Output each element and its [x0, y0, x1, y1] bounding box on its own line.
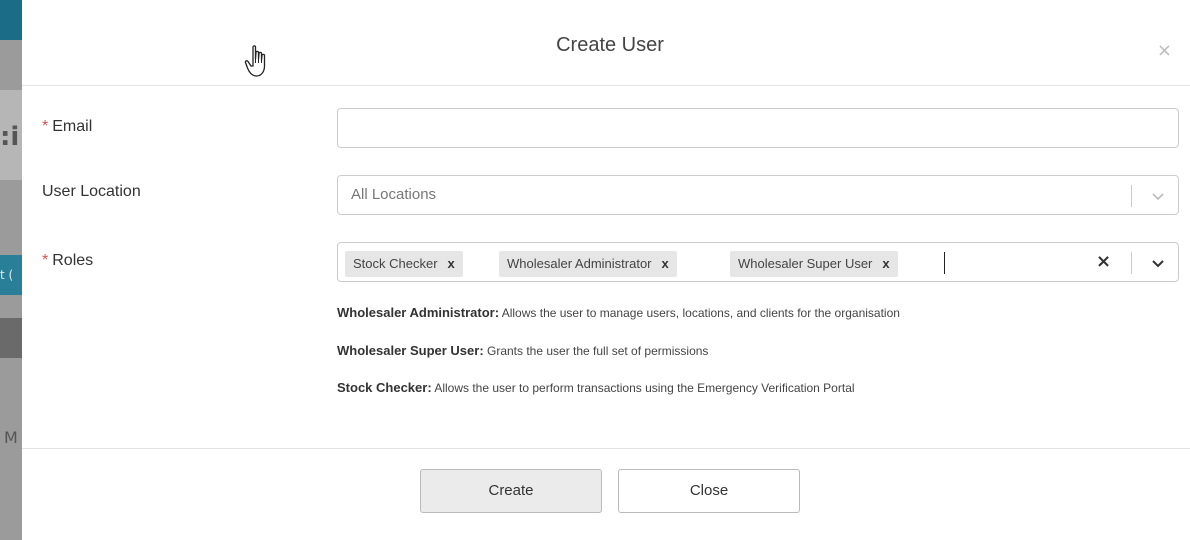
role-description: Stock Checker: Allows the user to perfor…	[337, 380, 855, 395]
modal-header: Create User ×	[22, 0, 1190, 86]
role-tag: Wholesaler Super User x	[730, 251, 898, 277]
create-button[interactable]: Create	[420, 469, 602, 513]
required-marker: *	[42, 118, 49, 135]
role-tag: Stock Checker x	[345, 251, 463, 277]
required-marker: *	[42, 252, 49, 269]
select-separator	[1131, 252, 1132, 274]
clear-icon[interactable]: ×	[1096, 251, 1111, 272]
role-description-name: Wholesaler Administrator:	[337, 305, 500, 320]
remove-tag-icon[interactable]: x	[882, 256, 889, 271]
background-header-bar	[0, 0, 22, 40]
role-description-name: Wholesaler Super User:	[337, 343, 484, 358]
chevron-down-icon[interactable]	[1147, 185, 1169, 207]
role-description: Wholesaler Super User: Grants the user t…	[337, 343, 708, 358]
create-user-modal: Create User × * Email User Location All L…	[22, 0, 1190, 540]
role-tag: Wholesaler Administrator x	[499, 251, 677, 277]
role-description: Wholesaler Administrator: Allows the use…	[337, 305, 900, 320]
footer-divider	[22, 448, 1190, 449]
chevron-down-icon[interactable]	[1147, 252, 1169, 274]
role-description-name: Stock Checker:	[337, 380, 432, 395]
email-label-text: Email	[52, 118, 93, 135]
role-description-text: Allows the user to perform transactions …	[431, 381, 855, 395]
roles-label-text: Roles	[52, 252, 94, 269]
user-location-label: User Location	[42, 183, 141, 200]
roles-label: * Roles	[42, 252, 93, 270]
remove-tag-icon[interactable]: x	[448, 256, 455, 271]
background-text-fragment: :i	[0, 122, 20, 152]
close-button[interactable]: Close	[618, 469, 800, 513]
background-text-fragment: t (	[0, 268, 14, 282]
text-caret	[944, 252, 945, 274]
close-icon[interactable]: ×	[1157, 40, 1172, 61]
select-separator	[1131, 185, 1132, 207]
background-row	[0, 318, 22, 358]
email-label: * Email	[42, 118, 92, 136]
modal-title: Create User	[556, 34, 664, 56]
user-location-select[interactable]: All Locations	[337, 175, 1179, 215]
role-description-text: Grants the user the full set of permissi…	[483, 344, 709, 358]
role-tag-label: Wholesaler Super User	[738, 256, 873, 271]
background-text-fragment: M	[4, 428, 18, 447]
email-field[interactable]	[337, 108, 1179, 148]
roles-multiselect[interactable]: Stock Checker x Wholesaler Administrator x…	[337, 242, 1179, 282]
user-location-placeholder: All Locations	[351, 186, 437, 203]
background-page: :i t ( M	[0, 0, 22, 540]
remove-tag-icon[interactable]: x	[662, 256, 669, 271]
role-description-text: Allows the user to manage users, locatio…	[499, 306, 900, 320]
role-tag-label: Wholesaler Administrator	[507, 256, 652, 271]
role-tag-label: Stock Checker	[353, 256, 438, 271]
